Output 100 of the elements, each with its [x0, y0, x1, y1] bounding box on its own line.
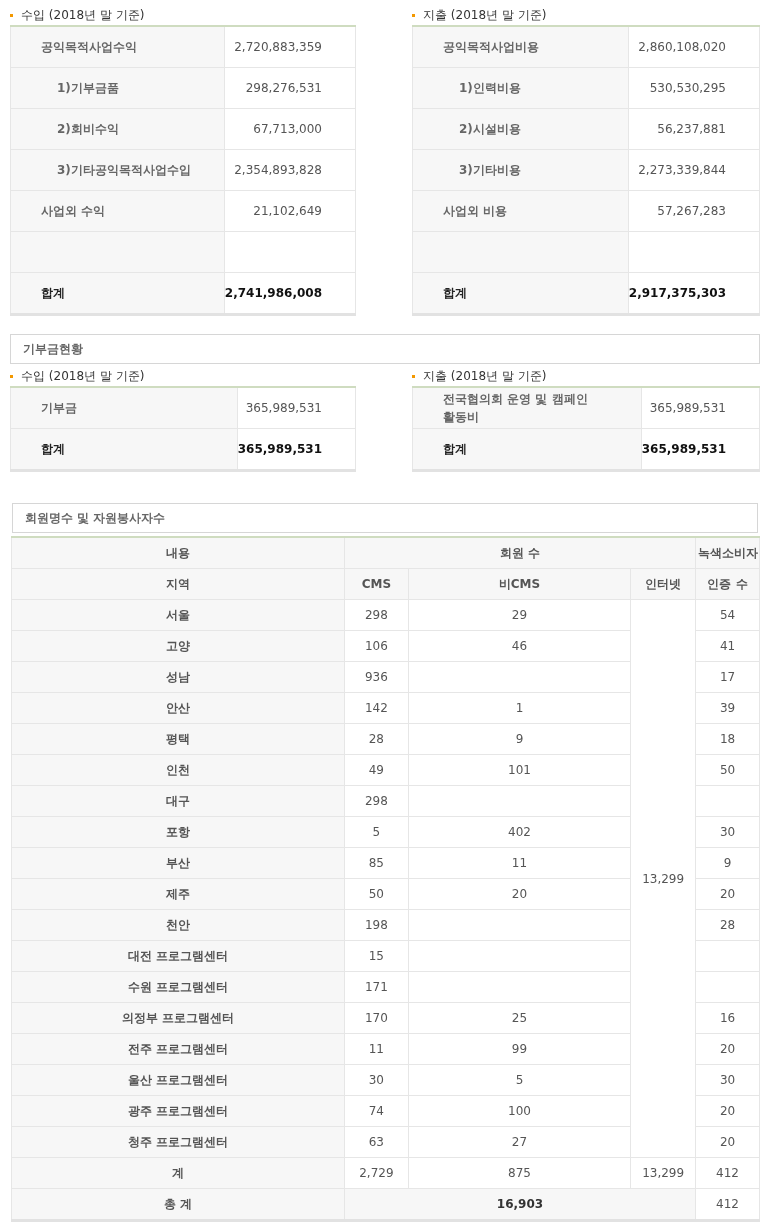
amount: 2,720,883,359	[234, 40, 322, 54]
table-cell: 106	[364, 639, 388, 653]
table-cell: 9	[723, 856, 732, 870]
amount: 2,741,986,008	[224, 286, 322, 300]
table-cell: 11	[511, 856, 528, 870]
table-cell: 5	[515, 1073, 524, 1087]
amount: 2,354,893,828	[234, 163, 322, 177]
table-cell: 171	[364, 980, 388, 994]
amount: 2,917,375,303	[628, 286, 726, 300]
row-label: 2)회비수익	[57, 121, 119, 136]
table-cell: 16,903	[496, 1197, 544, 1211]
table-cell: 28	[368, 732, 384, 746]
table-cell: 99	[511, 1042, 528, 1056]
table-cell: 15	[368, 949, 384, 963]
section-heading: 지출 (2018년 말 기준)	[423, 6, 547, 24]
region-label: 안산	[165, 700, 190, 715]
region-label: 성남	[165, 669, 190, 684]
region-label: 대구	[165, 793, 190, 808]
row-label: 3)기타비용	[459, 162, 521, 177]
column-header: 인터넷	[645, 576, 682, 591]
table-cell: 20	[511, 887, 528, 901]
bullet-icon	[10, 13, 13, 17]
bullet-icon	[10, 374, 13, 378]
table-cell: 16	[719, 1011, 736, 1025]
row-label: 2)시설비용	[459, 121, 521, 136]
region-label: 광주 프로그램센터	[127, 1103, 229, 1118]
row-label: 합계	[443, 441, 467, 458]
region-label: 대전 프로그램센터	[127, 948, 229, 963]
section-title: 기부금현황	[23, 340, 83, 358]
amount: 21,102,649	[253, 204, 322, 218]
section-heading: 수입 (2018년 말 기준)	[21, 6, 145, 24]
row-label: 계	[171, 1165, 184, 1180]
section-title: 회원명수 및 자원봉사자수	[25, 509, 166, 527]
table-cell: 54	[719, 608, 736, 622]
table-cell: 13,299	[642, 1166, 685, 1180]
row-label: 합계	[41, 441, 65, 458]
row-label: 사업외 수익	[41, 203, 106, 218]
amount: 530,530,295	[649, 81, 726, 95]
table-cell: 142	[364, 701, 388, 715]
column-header: CMS	[361, 577, 392, 591]
amount: 365,989,531	[237, 442, 322, 456]
bullet-icon	[412, 13, 415, 17]
row-label: 합계	[41, 285, 65, 300]
row-label: 총 계	[163, 1196, 193, 1211]
table-cell: 30	[719, 1073, 736, 1087]
region-label: 서울	[165, 607, 190, 622]
table-cell: 11	[368, 1042, 384, 1056]
amount: 298,276,531	[245, 81, 322, 95]
region-label: 전주 프로그램센터	[127, 1041, 229, 1056]
region-label: 천안	[165, 917, 190, 932]
table-cell: 30	[368, 1073, 384, 1087]
section-heading: 지출 (2018년 말 기준)	[423, 367, 547, 385]
column-header: 내용	[165, 545, 190, 560]
amount: 365,989,531	[649, 401, 726, 415]
region-label: 포항	[165, 824, 190, 839]
table-cell: 1	[515, 701, 524, 715]
column-header: 비CMS	[498, 576, 541, 591]
row-label: 기부금	[41, 400, 77, 417]
amount: 57,267,283	[657, 204, 726, 218]
table-cell: 13,299	[642, 871, 685, 886]
table-cell: 29	[511, 608, 528, 622]
row-label: 3)기타공익목적사업수입	[57, 162, 191, 177]
table-cell: 74	[368, 1104, 384, 1118]
table-cell: 402	[508, 825, 531, 839]
table-cell: 17	[719, 670, 736, 684]
amount: 365,989,531	[641, 442, 726, 456]
table-cell: 27	[511, 1135, 528, 1149]
table-cell: 100	[508, 1104, 531, 1118]
table-cell: 2,729	[359, 1166, 394, 1180]
table-cell: 50	[368, 887, 384, 901]
region-label: 울산 프로그램센터	[127, 1072, 229, 1087]
table-cell: 20	[719, 887, 736, 901]
table-cell: 49	[368, 763, 384, 777]
table-cell: 198	[364, 918, 388, 932]
table-cell: 30	[719, 825, 736, 839]
amount: 67,713,000	[253, 122, 322, 136]
row-label: 사업외 비용	[443, 203, 508, 218]
table-cell: 101	[508, 763, 531, 777]
bullet-icon	[412, 374, 415, 378]
table-cell: 25	[511, 1011, 528, 1025]
region-label: 의정부 프로그램센터	[121, 1010, 235, 1025]
amount: 56,237,881	[657, 122, 726, 136]
table-cell: 298	[364, 608, 388, 622]
region-label: 제주	[165, 886, 190, 901]
column-header: 녹색소비자	[697, 545, 758, 560]
region-label: 수원 프로그램센터	[127, 979, 229, 994]
table-cell: 412	[716, 1197, 739, 1211]
region-label: 청주 프로그램센터	[127, 1134, 229, 1149]
section-heading: 수입 (2018년 말 기준)	[21, 367, 145, 385]
row-label: 1)인력비용	[459, 80, 521, 95]
table-cell: 41	[719, 639, 736, 653]
table-cell: 875	[508, 1166, 531, 1180]
table-cell: 20	[719, 1042, 736, 1056]
region-label: 인천	[165, 762, 190, 777]
row-label: 1)기부금품	[57, 80, 119, 95]
table-cell: 170	[364, 1011, 388, 1025]
table-cell: 936	[364, 670, 388, 684]
amount: 2,860,108,020	[638, 40, 726, 54]
row-label: 합계	[443, 285, 467, 300]
region-label: 부산	[165, 855, 190, 870]
